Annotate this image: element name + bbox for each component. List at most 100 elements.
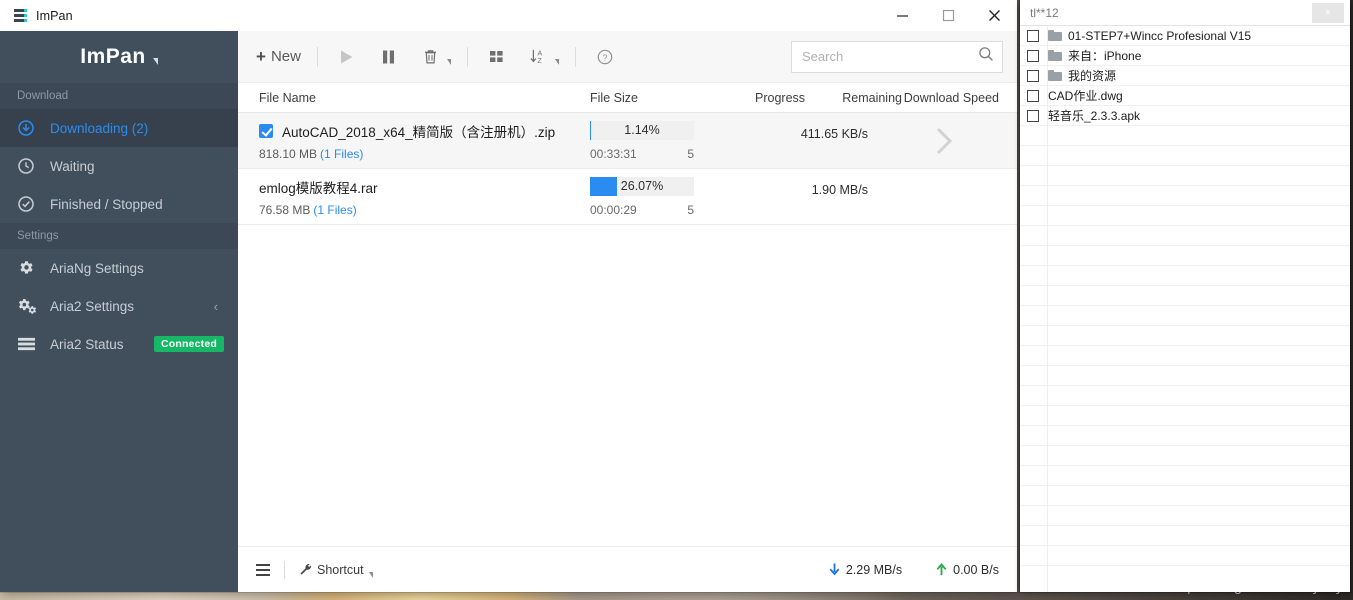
list-item[interactable]: 我的资源 [1020, 66, 1350, 86]
list-item-empty [1020, 126, 1350, 146]
sidebar-item-label: Aria2 Status [50, 336, 124, 352]
toolbar: + New A Z ? Search [238, 31, 1017, 83]
file-picker-list: 01-STEP7+Wincc Profesional V15 来自：iPhone… [1020, 26, 1350, 592]
sidebar-group-download-label: Download [0, 83, 238, 109]
progress-bar-fill [590, 176, 618, 196]
row-remaining-time: 00:33:31 [590, 146, 637, 161]
list-item-empty [1020, 466, 1350, 486]
search-box[interactable] [791, 40, 1003, 73]
row-file-name: emlog模版教程4.rar [259, 180, 378, 196]
help-icon: ? [592, 44, 618, 70]
sidebar-item-label: AriaNg Settings [50, 260, 144, 276]
row-file-count: (1 Files) [320, 146, 364, 161]
list-item[interactable]: 轻音乐_2.3.3.apk [1020, 106, 1350, 126]
sidebar-item-label: Finished / Stopped [50, 196, 163, 212]
row-file-count: (1 Files) [313, 202, 357, 217]
list-item-empty [1020, 326, 1350, 346]
item-checkbox[interactable] [1027, 89, 1039, 102]
item-checkbox[interactable] [1027, 49, 1039, 62]
column-header-file-name[interactable]: File Name [238, 91, 590, 105]
delete-button[interactable] [410, 41, 459, 73]
sidebar-group-settings-label: Settings [0, 223, 238, 249]
list-item-empty [1020, 226, 1350, 246]
row-file-name-cell: emlog模版教程4.rar 76.58 MB (1 Files) [238, 177, 590, 217]
item-label: 轻音乐_2.3.3.apk [1048, 109, 1141, 123]
column-header-file-size[interactable]: File Size [590, 91, 755, 105]
row-checkbox[interactable] [259, 123, 273, 138]
view-mode-button[interactable] [476, 41, 518, 73]
list-item-empty [1020, 346, 1350, 366]
list-item-empty [1020, 526, 1350, 546]
arrow-up-icon [936, 563, 947, 575]
server-icon [18, 337, 40, 351]
search-icon[interactable] [978, 46, 994, 67]
folder-icon [1048, 70, 1062, 81]
chevron-left-icon: ‹ [213, 298, 218, 314]
file-picker-title: tl**12 [1030, 5, 1059, 20]
list-item-empty [1020, 386, 1350, 406]
hamburger-icon[interactable] [256, 563, 270, 576]
column-header-remaining[interactable]: Remaining [830, 91, 902, 105]
list-item[interactable]: CAD作业.dwg [1020, 86, 1350, 106]
list-item[interactable]: 来自：iPhone [1020, 46, 1350, 66]
row-expand-button[interactable] [870, 123, 1017, 159]
start-button[interactable] [326, 41, 368, 73]
sidebar-item-label: Waiting [50, 158, 95, 174]
list-item-empty [1020, 446, 1350, 466]
list-item[interactable]: 01-STEP7+Wincc Profesional V15 [1020, 26, 1350, 46]
pause-button[interactable] [368, 41, 410, 73]
sidebar-item-label: Aria2 Settings [50, 298, 135, 314]
search-input[interactable] [802, 49, 978, 64]
sort-button[interactable]: A Z [518, 41, 567, 73]
status-divider [284, 560, 285, 579]
maximize-button[interactable] [925, 0, 971, 31]
item-label: 01-STEP7+Wincc Profesional V15 [1068, 28, 1252, 43]
item-checkbox[interactable] [1027, 29, 1039, 42]
row-download-speed: 411.65 KB/s [800, 127, 868, 141]
download-circle-icon [18, 120, 40, 136]
window-controls [879, 0, 1017, 31]
sidebar-item-finished-stopped[interactable]: Finished / Stopped [0, 185, 238, 223]
column-header-progress[interactable]: Progress [755, 91, 830, 105]
arrow-down-icon [829, 563, 840, 576]
list-item-empty [1020, 206, 1350, 226]
new-task-button[interactable]: + New [252, 41, 309, 73]
item-checkbox[interactable] [1027, 69, 1039, 82]
file-picker-empty-rows [1020, 126, 1350, 566]
sidebar-item-waiting[interactable]: Waiting [0, 147, 238, 185]
row-file-name-cell: AutoCAD_2018_x64_精简版（含注册机）.zip 818.10 MB… [238, 121, 590, 161]
progress-percent: 1.14% [624, 123, 660, 137]
download-speed-indicator: 2.29 MB/s [829, 563, 902, 577]
minimize-button[interactable] [879, 0, 925, 31]
sidebar-item-aria2-settings[interactable]: Aria2 Settings ‹ [0, 287, 238, 325]
help-button[interactable]: ? [584, 41, 626, 73]
download-list: AutoCAD_2018_x64_精简版（含注册机）.zip 818.10 MB… [238, 113, 1017, 546]
sidebar-item-ariang-settings[interactable]: AriaNg Settings [0, 249, 238, 287]
table-row[interactable]: AutoCAD_2018_x64_精简版（含注册机）.zip 818.10 MB… [238, 113, 1017, 169]
chevron-down-icon [368, 571, 373, 578]
shortcut-button[interactable]: Shortcut [299, 563, 373, 578]
row-file-name: AutoCAD_2018_x64_精简版（含注册机）.zip [282, 124, 556, 140]
app-stack-icon [14, 9, 27, 22]
file-picker-close-button[interactable]: × [1312, 3, 1344, 23]
close-button[interactable] [971, 0, 1017, 31]
list-item-empty [1020, 146, 1350, 166]
folder-icon [1048, 30, 1062, 41]
sidebar: ImPan Download Downloading (2) Waiting F… [0, 31, 238, 592]
item-label: 来自：iPhone [1068, 49, 1142, 63]
row-progress-cell: 26.07% 00:00:29 5 [590, 176, 765, 217]
column-header-download-speed[interactable]: Download Speed [902, 91, 1007, 105]
check-circle-icon [18, 196, 40, 212]
table-row[interactable]: emlog模版教程4.rar 76.58 MB (1 Files) 26.07% … [238, 169, 1017, 225]
chevron-down-icon [152, 57, 158, 65]
sidebar-item-aria2-status[interactable]: Aria2 Status Connected [0, 325, 238, 363]
item-label: 我的资源 [1068, 69, 1117, 83]
file-picker-titlebar: tl**12 × [1020, 0, 1350, 26]
list-item-empty [1020, 506, 1350, 526]
sidebar-brand[interactable]: ImPan [0, 31, 238, 83]
item-checkbox[interactable] [1027, 109, 1039, 122]
upload-speed-indicator: 0.00 B/s [936, 563, 999, 577]
sidebar-item-downloading[interactable]: Downloading (2) [0, 109, 238, 147]
grid-view-icon [484, 44, 510, 70]
toolbar-divider [574, 46, 576, 67]
